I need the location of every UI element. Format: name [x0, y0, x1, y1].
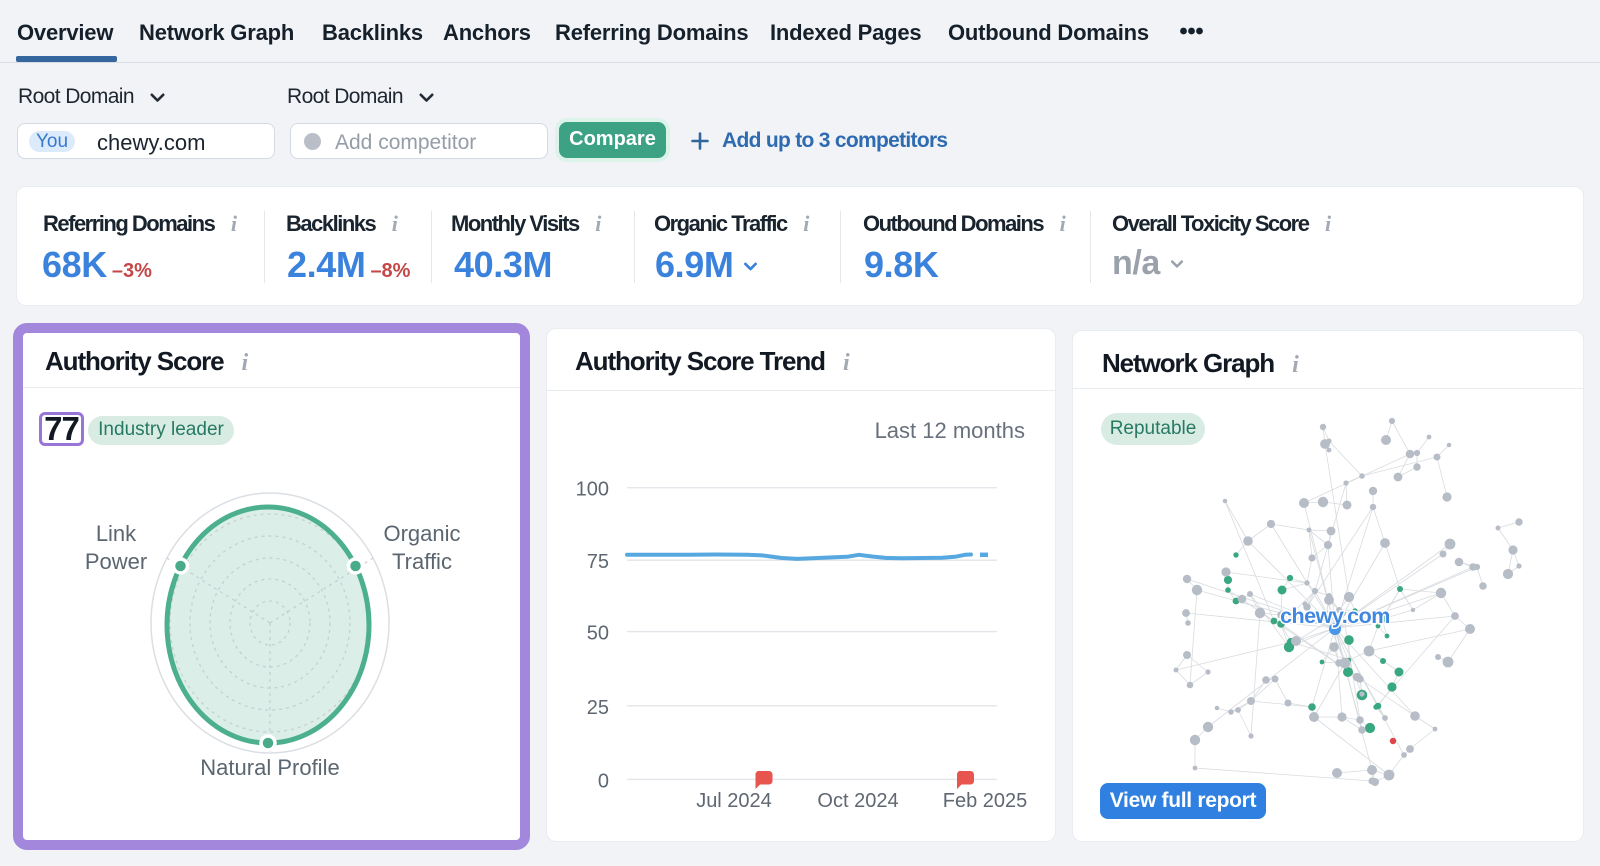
svg-text:Traffic: Traffic: [392, 549, 452, 574]
svg-text:0: 0: [598, 770, 609, 792]
svg-text:Oct 2024: Oct 2024: [817, 790, 898, 812]
svg-text:chewy.com: chewy.com: [1280, 604, 1390, 628]
svg-text:Link: Link: [96, 521, 137, 546]
svg-text:75: 75: [587, 551, 609, 573]
svg-text:Organic: Organic: [383, 521, 460, 546]
svg-text:Feb 2025: Feb 2025: [943, 790, 1028, 812]
svg-text:100: 100: [576, 479, 609, 501]
svg-text:Natural Profile: Natural Profile: [200, 755, 339, 780]
svg-text:Power: Power: [85, 549, 147, 574]
svg-text:Last 12 months: Last 12 months: [875, 418, 1025, 443]
svg-text:25: 25: [587, 697, 609, 719]
svg-text:Jul 2024: Jul 2024: [696, 790, 772, 812]
svg-text:50: 50: [587, 623, 609, 645]
